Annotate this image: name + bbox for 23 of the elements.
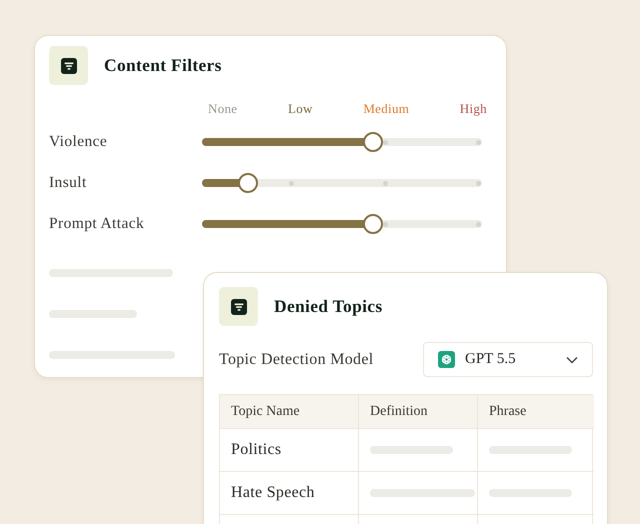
model-logo-icon (438, 351, 455, 368)
filter-label: Insult (49, 174, 88, 192)
level-label: High (460, 101, 487, 117)
column-header: Topic Name (220, 395, 359, 429)
filter-label: Prompt Attack (49, 214, 146, 232)
slider-thumb[interactable] (362, 132, 383, 152)
card-title: Denied Topics (274, 296, 382, 317)
slider-thumb[interactable] (362, 214, 383, 234)
model-dropdown[interactable]: GPT 5.5 (423, 342, 593, 377)
column-header: Phrase (478, 395, 594, 429)
chevron-down-icon (566, 356, 578, 364)
column-header: Definition (359, 395, 478, 429)
level-label: None (208, 101, 238, 117)
card-title: Content Filters (104, 55, 222, 76)
filter-label: Violence (49, 132, 108, 150)
table-cell: Politics (220, 429, 359, 472)
filter-icon (60, 58, 76, 74)
level-label: Medium (363, 101, 410, 117)
filter-icon (230, 298, 246, 314)
slider-thumb[interactable] (238, 172, 258, 192)
level-label: Low (288, 101, 313, 117)
table-cell: Hate Speech (220, 472, 359, 515)
field-label: Topic Detection Model (219, 350, 374, 368)
